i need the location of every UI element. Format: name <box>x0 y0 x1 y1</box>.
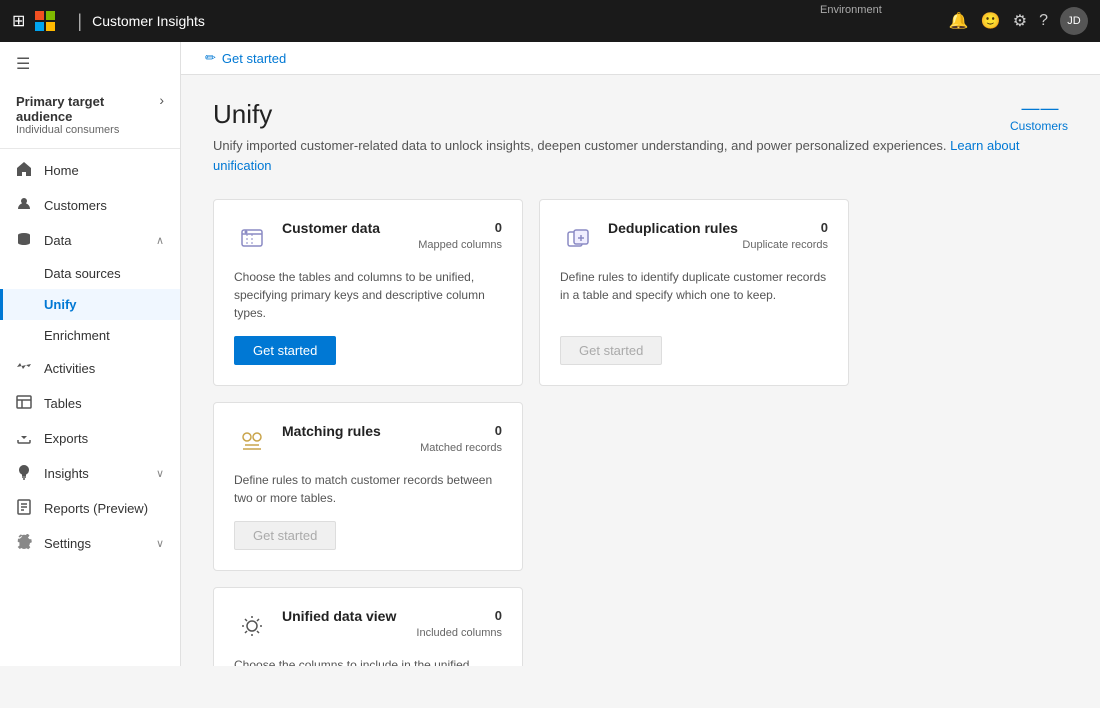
card-title: Deduplication rules <box>608 220 742 236</box>
sidebar-nav: Home Customers Data ∧ Data source <box>0 149 180 666</box>
card-count-area: 0 Included columns <box>416 608 502 641</box>
page-title: Unify <box>213 99 1068 130</box>
sidebar-item-exports[interactable]: Exports <box>0 421 180 456</box>
customer-data-btn[interactable]: Get started <box>234 336 336 365</box>
sidebar-item-data[interactable]: Data ∧ <box>0 223 180 258</box>
card-description: Define rules to identify duplicate custo… <box>560 268 828 322</box>
microsoft-logo <box>35 11 55 31</box>
data-chevron-icon: ∧ <box>156 234 164 247</box>
matching-rules-btn[interactable]: Get started <box>234 521 336 550</box>
settings-icon[interactable]: ⚙ <box>1013 11 1027 31</box>
card-count-area: 0 Duplicate records <box>742 220 828 253</box>
settings-chevron-icon: ∨ <box>156 537 164 550</box>
card-title: Customer data <box>282 220 418 236</box>
card-count-area: 0 Mapped columns <box>418 220 502 253</box>
card-title-area: Customer data <box>282 220 418 236</box>
customers-badge-label: Customers <box>1010 119 1068 133</box>
activities-icon <box>16 359 34 378</box>
card-count: 0 <box>742 220 828 235</box>
breadcrumb-bar: ✏ Get started <box>181 42 1100 75</box>
env-badge: Environment <box>820 4 882 16</box>
page-description: Unify imported customer-related data to … <box>213 136 1068 175</box>
card-count: 0 <box>416 608 502 623</box>
sidebar-hamburger[interactable]: ☰ <box>0 42 180 86</box>
sidebar-item-data-sources[interactable]: Data sources <box>0 258 180 289</box>
card-title: Unified data view <box>282 608 416 624</box>
help-icon[interactable]: ? <box>1039 12 1048 30</box>
sidebar-item-tables[interactable]: Tables <box>0 386 180 421</box>
layout: ☰ › Primary target audience Individual c… <box>0 42 1100 666</box>
pencil-icon: ✏ <box>205 50 216 66</box>
customers-badge: — — Customers <box>1010 99 1068 133</box>
sidebar-item-home[interactable]: Home <box>0 153 180 188</box>
card-header: Deduplication rules 0 Duplicate records <box>560 220 828 256</box>
customer-data-icon <box>234 220 270 256</box>
content-area: — — Customers Unify Unify imported custo… <box>181 75 1100 666</box>
smiley-icon[interactable]: 🙂 <box>981 11 1001 31</box>
sidebar-item-settings[interactable]: Settings ∨ <box>0 526 180 561</box>
sidebar: ☰ › Primary target audience Individual c… <box>0 42 181 666</box>
topbar: ⊞ | Customer Insights Environment 🔔 🙂 ⚙ … <box>0 0 1100 42</box>
customers-badge-icon: — — <box>1021 99 1056 117</box>
card-title-area: Matching rules <box>282 423 420 439</box>
home-icon <box>16 161 34 180</box>
unified-view-icon <box>234 608 270 644</box>
customers-icon <box>16 196 34 215</box>
sidebar-item-reports[interactable]: Reports (Preview) <box>0 491 180 526</box>
card-count: 0 <box>420 423 502 438</box>
unified-data-view-card: Unified data view 0 Included columns Cho… <box>213 587 523 666</box>
card-count: 0 <box>418 220 502 235</box>
matching-rules-card: Matching rules 0 Matched records Define … <box>213 402 523 571</box>
insights-icon <box>16 464 34 483</box>
app-title: Customer Insights <box>92 13 205 29</box>
cards-row2: Unified data view 0 Included columns Cho… <box>213 587 1068 666</box>
target-group-label: Primary target audience <box>16 94 164 124</box>
waffle-icon[interactable]: ⊞ <box>12 11 25 31</box>
card-title-area: Deduplication rules <box>608 220 742 236</box>
breadcrumb-text[interactable]: Get started <box>222 51 286 66</box>
target-group-sub: Individual consumers <box>16 124 164 136</box>
deduplication-icon <box>560 220 596 256</box>
matching-rules-icon <box>234 423 270 459</box>
sidebar-item-unify[interactable]: Unify <box>0 289 180 320</box>
user-avatar[interactable]: JD <box>1060 7 1088 35</box>
card-count-label: Matched records <box>420 442 502 454</box>
reports-icon <box>16 499 34 518</box>
sidebar-item-activities[interactable]: Activities <box>0 351 180 386</box>
cards-row1: Customer data 0 Mapped columns Choose th… <box>213 199 1068 571</box>
card-count-label: Included columns <box>416 627 502 639</box>
topbar-actions: 🔔 🙂 ⚙ ? JD <box>949 7 1088 35</box>
card-header: Matching rules 0 Matched records <box>234 423 502 459</box>
sidebar-item-customers[interactable]: Customers <box>0 188 180 223</box>
data-subnav: Data sources Unify Enrichment <box>0 258 180 351</box>
card-title-area: Unified data view <box>282 608 416 624</box>
card-count-area: 0 Matched records <box>420 423 502 456</box>
notification-icon[interactable]: 🔔 <box>949 11 969 31</box>
card-title: Matching rules <box>282 423 420 439</box>
deduplication-card: Deduplication rules 0 Duplicate records … <box>539 199 849 386</box>
data-icon <box>16 231 34 250</box>
card-header: Unified data view 0 Included columns <box>234 608 502 644</box>
customer-data-card: Customer data 0 Mapped columns Choose th… <box>213 199 523 386</box>
target-chevron-icon[interactable]: › <box>159 92 164 108</box>
sidebar-item-insights[interactable]: Insights ∨ <box>0 456 180 491</box>
sidebar-item-enrichment[interactable]: Enrichment <box>0 320 180 351</box>
target-group[interactable]: › Primary target audience Individual con… <box>0 86 180 149</box>
tables-icon <box>16 394 34 413</box>
card-count-label: Mapped columns <box>418 239 502 251</box>
card-description: Choose the tables and columns to be unif… <box>234 268 502 322</box>
insights-chevron-icon: ∨ <box>156 467 164 480</box>
card-description: Choose the columns to include in the uni… <box>234 656 502 666</box>
card-header: Customer data 0 Mapped columns <box>234 220 502 256</box>
card-count-label: Duplicate records <box>742 239 828 251</box>
settings-sidebar-icon <box>16 534 34 553</box>
card-description: Define rules to match customer records b… <box>234 471 502 507</box>
main-area: ✏ Get started — — Customers Unify Unify … <box>181 42 1100 666</box>
deduplication-btn[interactable]: Get started <box>560 336 662 365</box>
exports-icon <box>16 429 34 448</box>
